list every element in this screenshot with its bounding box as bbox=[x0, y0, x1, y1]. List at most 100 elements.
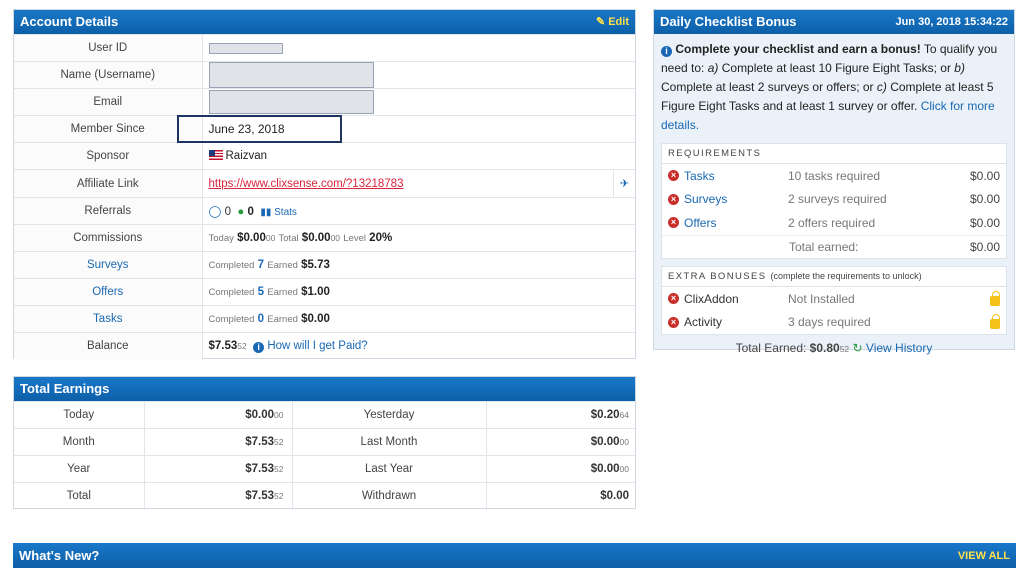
extra-desc: 3 days required bbox=[788, 315, 871, 330]
extra-name: ClixAddon bbox=[684, 291, 739, 306]
email-value bbox=[202, 88, 635, 116]
surveys-link[interactable]: Surveys bbox=[14, 250, 203, 279]
completed-label: Completed bbox=[208, 286, 255, 298]
table-row: Referrals ◯ 0 ● 0 ▮▮ Stats bbox=[14, 196, 635, 225]
total-label: Total bbox=[278, 232, 299, 244]
checklist-intro: i Complete your checklist and earn a bon… bbox=[661, 42, 998, 132]
name-value bbox=[202, 61, 635, 89]
user-filled-icon: ● bbox=[237, 205, 245, 218]
affiliate-link[interactable]: https://www.clixsense.com/?13218783 bbox=[209, 178, 404, 190]
list-item: × Activity 3 days required bbox=[662, 311, 1006, 335]
checklist-title: Daily Checklist Bonus bbox=[660, 14, 797, 29]
requirement-amount: $0.00 bbox=[969, 192, 1000, 207]
total-commission-cents: 00 bbox=[330, 232, 341, 243]
info-icon: i bbox=[253, 341, 265, 353]
view-all-link[interactable]: VIEW ALL bbox=[958, 544, 1010, 568]
edit-label: Edit bbox=[608, 16, 629, 28]
period-label: Withdrawn bbox=[292, 482, 487, 510]
footer-value: $0.80 bbox=[809, 341, 840, 355]
balance-label: Balance bbox=[14, 332, 203, 360]
redacted-email bbox=[208, 90, 374, 115]
pencil-icon: ✎ bbox=[596, 16, 606, 28]
requirements-total-row: Total earned: $0.00 bbox=[662, 234, 1006, 259]
redacted-user-id bbox=[208, 42, 283, 54]
commissions-label: Commissions bbox=[14, 223, 203, 252]
name-label: Name (Username) bbox=[14, 61, 203, 89]
affiliate-link-cell: https://www.clixsense.com/?13218783 ✈ bbox=[202, 169, 635, 198]
x-circle-icon: × bbox=[668, 316, 679, 328]
footer-cents: 52 bbox=[839, 344, 850, 354]
period-label: Total bbox=[14, 482, 145, 510]
tasks-link[interactable]: Tasks bbox=[14, 304, 203, 333]
user-id-label: User ID bbox=[14, 33, 203, 62]
earned-label: Earned bbox=[267, 259, 298, 271]
period-value: $7.5352 bbox=[144, 455, 293, 483]
referrals-count-a: 0 bbox=[224, 205, 231, 218]
earnings-table: Today $0.0000 Yesterday $0.2064 Month $7… bbox=[14, 401, 635, 510]
sponsor-label: Sponsor bbox=[14, 142, 203, 170]
today-commission: $0.00 bbox=[237, 231, 266, 244]
period-value: $0.0000 bbox=[486, 455, 635, 483]
balance-value: $7.5352 i How will I get Paid? bbox=[202, 332, 635, 360]
table-row: Email bbox=[14, 88, 635, 116]
level-label: Level bbox=[343, 232, 366, 244]
offers-link[interactable]: Offers bbox=[14, 277, 203, 306]
x-circle-icon: × bbox=[668, 193, 679, 205]
email-label: Email bbox=[14, 88, 203, 116]
stats-link[interactable]: ▮▮ Stats bbox=[260, 207, 297, 218]
stats-label: Stats bbox=[274, 206, 297, 218]
table-row: Today $0.0000 Yesterday $0.2064 bbox=[14, 401, 635, 429]
earned-label: Earned bbox=[267, 286, 298, 298]
requirement-amount: $0.00 bbox=[969, 215, 1000, 230]
checklist-footer: Total Earned: $0.8052 ↻ View History bbox=[661, 341, 1007, 355]
table-row: Sponsor Raizvan bbox=[14, 142, 635, 170]
user-id-value bbox=[202, 33, 635, 62]
table-row: Affiliate Link https://www.clixsense.com… bbox=[14, 169, 635, 198]
x-circle-icon: × bbox=[668, 293, 679, 305]
account-details-header: Account Details ✎ Edit bbox=[14, 10, 635, 34]
total-earnings-title: Total Earnings bbox=[20, 381, 110, 396]
table-row: Offers Completed 5 Earned $1.00 bbox=[14, 277, 635, 306]
period-value: $0.0000 bbox=[144, 401, 293, 429]
table-row: Tasks Completed 0 Earned $0.00 bbox=[14, 304, 635, 333]
table-row: Name (Username) bbox=[14, 61, 635, 89]
total-earned-label: Total earned: bbox=[789, 239, 859, 254]
edit-button[interactable]: ✎ Edit bbox=[596, 10, 629, 34]
requirement-desc: 2 offers required bbox=[788, 215, 876, 230]
period-value: $7.5352 bbox=[144, 428, 293, 456]
referrals-label: Referrals bbox=[14, 196, 203, 225]
surveys-completed: 7 bbox=[257, 258, 265, 271]
requirement-name[interactable]: Surveys bbox=[684, 192, 788, 206]
balance-amount: $7.53 bbox=[208, 339, 238, 352]
today-label: Today bbox=[208, 232, 234, 244]
list-item: × ClixAddon Not Installed bbox=[662, 287, 1006, 311]
history-icon: ↻ bbox=[852, 341, 863, 355]
member-since-label: Member Since bbox=[14, 115, 203, 143]
member-since-highlight bbox=[177, 115, 342, 143]
tasks-value: Completed 0 Earned $0.00 bbox=[202, 304, 635, 333]
total-earned-value: $0.00 bbox=[969, 239, 1000, 254]
user-outline-icon: ◯ bbox=[208, 205, 222, 218]
account-details-panel: Account Details ✎ Edit User ID Name (Use… bbox=[13, 9, 636, 360]
pin-icon[interactable]: ✈ bbox=[613, 170, 635, 197]
intro-bold: Complete your checklist and earn a bonus… bbox=[675, 42, 921, 56]
period-label: Last Month bbox=[292, 428, 487, 456]
checklist-header: Daily Checklist Bonus Jun 30, 2018 15:34… bbox=[654, 10, 1014, 34]
daily-checklist-panel: Daily Checklist Bonus Jun 30, 2018 15:34… bbox=[653, 9, 1015, 355]
completed-label: Completed bbox=[208, 259, 255, 271]
table-row: Balance $7.5352 i How will I get Paid? bbox=[14, 332, 635, 360]
period-label: Yesterday bbox=[292, 401, 487, 429]
table-row: Total $7.5352 Withdrawn $0.00 bbox=[14, 482, 635, 510]
how-paid-link[interactable]: i How will I get Paid? bbox=[253, 340, 368, 353]
extra-name: Activity bbox=[684, 315, 723, 330]
requirement-name[interactable]: Offers bbox=[684, 216, 788, 230]
offers-earned: $1.00 bbox=[301, 285, 330, 298]
balance-cents: 52 bbox=[237, 340, 247, 351]
whats-new-panel: What's New? VIEW ALL bbox=[13, 543, 1016, 568]
referrals-count-b: 0 bbox=[247, 205, 254, 218]
requirement-name[interactable]: Tasks bbox=[684, 169, 788, 183]
view-history-link[interactable]: View History bbox=[866, 341, 932, 355]
table-row: Commissions Today $0.0000 Total $0.0000 … bbox=[14, 223, 635, 252]
period-label: Today bbox=[14, 401, 145, 429]
table-row: Year $7.5352 Last Year $0.0000 bbox=[14, 455, 635, 483]
